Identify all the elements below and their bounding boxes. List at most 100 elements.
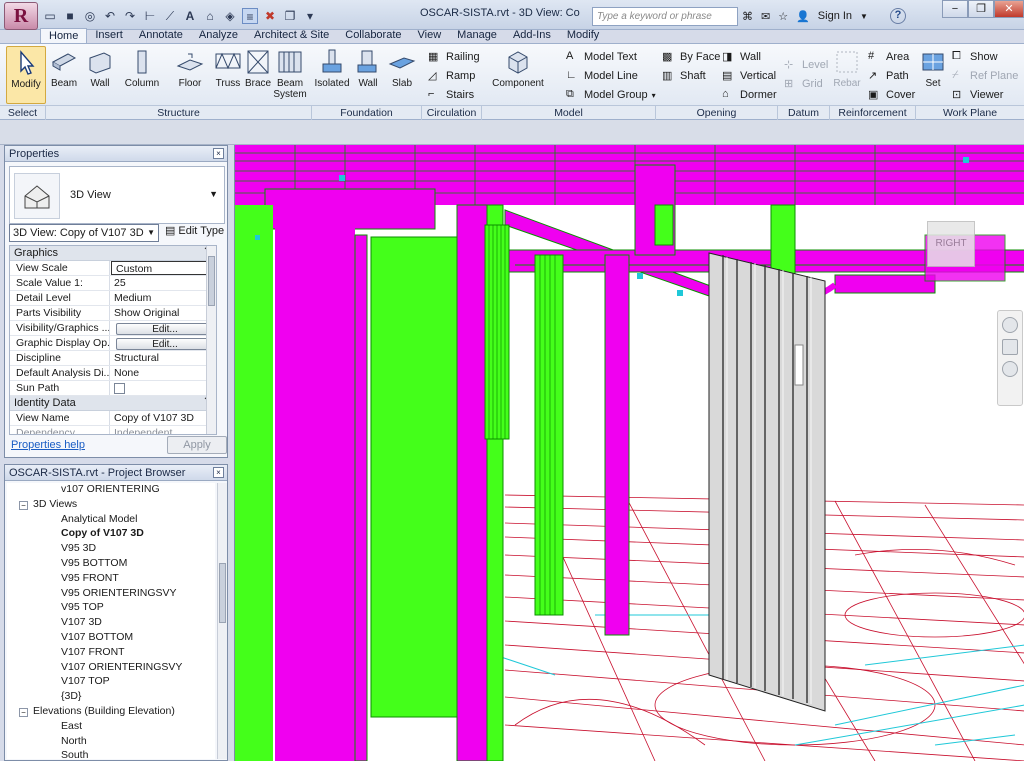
3d-view-icon[interactable]: ⌂ (202, 8, 218, 24)
vertical-button[interactable]: ▤ Vertical (722, 67, 776, 85)
tree-node[interactable]: V107 BOTTOM (7, 631, 215, 646)
tree-node[interactable]: V95 3D (7, 542, 215, 557)
discipline-value[interactable]: Structural (110, 351, 216, 365)
restore-button[interactable]: ❐ (968, 0, 994, 18)
category-identity-data[interactable]: Identity Data⌃ (10, 396, 216, 411)
tree-node[interactable]: East (7, 720, 215, 735)
tree-node[interactable]: V95 TOP (7, 601, 215, 616)
properties-scrollbar[interactable] (206, 246, 216, 434)
shaft-button[interactable]: ▥ Shaft (662, 67, 706, 85)
tree-node[interactable]: V107 3D (7, 616, 215, 631)
scale-value-input[interactable]: 25 (110, 276, 216, 290)
text-icon[interactable]: A (182, 8, 198, 24)
edit-type-button[interactable]: ▤ Edit Type (165, 224, 224, 238)
tab-home[interactable]: Home (40, 28, 88, 44)
apply-button[interactable]: Apply (167, 436, 227, 454)
tab-architect-site[interactable]: Architect & Site (246, 28, 337, 44)
beam-system-button[interactable]: Beam System (270, 46, 310, 104)
default-analysis-value[interactable]: None (110, 366, 216, 380)
set-button[interactable]: Set (918, 46, 948, 104)
thin-lines-icon[interactable]: ≡ (242, 8, 258, 24)
area-button[interactable]: # Area (868, 48, 909, 66)
tab-view[interactable]: View (410, 28, 450, 44)
ramp-button[interactable]: ◿ Ramp (428, 67, 475, 85)
tab-collaborate[interactable]: Collaborate (337, 28, 409, 44)
scrollbar-thumb[interactable] (219, 563, 226, 623)
group-reinforcement[interactable]: Reinforcement (830, 106, 916, 120)
model-line-button[interactable]: ∟ Model Line (566, 67, 638, 85)
tab-annotate[interactable]: Annotate (131, 28, 191, 44)
3d-viewport[interactable]: RIGHT (234, 145, 1024, 761)
viewer-button[interactable]: ⊡ Viewer (952, 86, 1003, 104)
tab-analyze[interactable]: Analyze (191, 28, 246, 44)
tree-node[interactable]: {3D} (7, 690, 215, 705)
tree-node[interactable]: V95 ORIENTERINGSVY (7, 587, 215, 602)
tree-node[interactable]: Analytical Model (7, 513, 215, 528)
redo-icon[interactable]: ↷ (122, 8, 138, 24)
save-icon[interactable]: ■ (62, 8, 78, 24)
subscription-icon[interactable]: ✉ (761, 10, 770, 23)
tree-node[interactable]: V107 TOP (7, 675, 215, 690)
minimize-button[interactable]: − (942, 0, 968, 18)
viewcube[interactable]: RIGHT (927, 221, 975, 267)
wall-opening-button[interactable]: ◨ Wall (722, 48, 761, 66)
show-workplane-button[interactable]: ⧠ Show (952, 48, 998, 66)
open-icon[interactable]: ▭ (42, 8, 58, 24)
tree-node[interactable]: Copy of V107 3D (7, 527, 215, 542)
application-menu-button[interactable]: R (4, 2, 38, 30)
tab-modify[interactable]: Modify (559, 28, 607, 44)
undo-icon[interactable]: ↶ (102, 8, 118, 24)
level-button[interactable]: ⊹ Level (784, 56, 828, 74)
view-scale-select[interactable]: Custom (111, 261, 215, 275)
ref-plane-button[interactable]: ⌿ Ref Plane (952, 67, 1018, 85)
binoculars-icon[interactable]: ⌘ (742, 10, 753, 23)
sign-in-button[interactable]: Sign In (818, 10, 852, 22)
scrollbar-thumb[interactable] (208, 256, 215, 306)
close-icon[interactable]: × (213, 467, 224, 478)
dormer-button[interactable]: ⌂ Dormer (722, 86, 777, 104)
railing-button[interactable]: ▦ Railing (428, 48, 480, 66)
component-button[interactable]: Component (490, 46, 546, 104)
close-button[interactable]: ✕ (994, 0, 1024, 18)
collapse-toggle-icon[interactable]: − (19, 707, 28, 717)
wall-button[interactable]: Wall (80, 46, 120, 104)
dimension-icon[interactable]: ⟋ (162, 8, 178, 24)
tree-node[interactable]: V107 ORIENTERINGSVY (7, 661, 215, 676)
visibility-graphics-edit-button[interactable]: Edit... (116, 323, 214, 335)
tab-insert[interactable]: Insert (87, 28, 131, 44)
search-input[interactable]: Type a keyword or phrase (592, 7, 738, 26)
detail-level-value[interactable]: Medium (110, 291, 216, 305)
modify-button[interactable]: Modify (6, 46, 46, 104)
user-icon[interactable]: 👤 (796, 10, 810, 23)
orbit-icon[interactable] (1002, 361, 1018, 377)
isolated-foundation-button[interactable]: Isolated (312, 46, 352, 104)
tree-node[interactable]: v107 ORIENTERING (7, 483, 215, 498)
collapse-toggle-icon[interactable]: − (19, 500, 28, 510)
favorites-icon[interactable]: ☆ (778, 10, 788, 23)
tree-node[interactable]: North (7, 735, 215, 750)
path-button[interactable]: ↗ Path (868, 67, 909, 85)
tree-node[interactable]: V95 FRONT (7, 572, 215, 587)
properties-help-link[interactable]: Properties help (11, 439, 85, 451)
category-graphics[interactable]: Graphics⌃ (10, 246, 216, 261)
rebar-button[interactable]: Rebar (832, 46, 862, 104)
view-name-input[interactable]: Copy of V107 3D (110, 411, 216, 425)
tree-node[interactable]: V107 FRONT (7, 646, 215, 661)
customize-icon[interactable]: ▾ (302, 8, 318, 24)
tree-node[interactable]: − Elevations (Building Elevation) (7, 705, 215, 720)
close-icon[interactable]: × (213, 148, 224, 159)
slab-foundation-button[interactable]: Slab (382, 46, 422, 104)
by-face-button[interactable]: ▩ By Face (662, 48, 720, 66)
tree-node[interactable]: V95 BOTTOM (7, 557, 215, 572)
stairs-button[interactable]: ⌐ Stairs (428, 86, 474, 104)
tab-add-ins[interactable]: Add-Ins (505, 28, 559, 44)
model-scene[interactable] (235, 145, 1024, 761)
help-button[interactable]: ? (889, 8, 906, 24)
group-select[interactable]: Select (0, 106, 46, 120)
section-icon[interactable]: ◈ (222, 8, 238, 24)
model-text-button[interactable]: A Model Text (566, 48, 637, 66)
tree-node[interactable]: −3D Views (7, 498, 215, 513)
floor-button[interactable]: Floor (170, 46, 210, 104)
zoom-icon[interactable] (1002, 339, 1018, 355)
view-instance-dropdown[interactable]: 3D View: Copy of V107 3D ▼ (9, 224, 159, 242)
